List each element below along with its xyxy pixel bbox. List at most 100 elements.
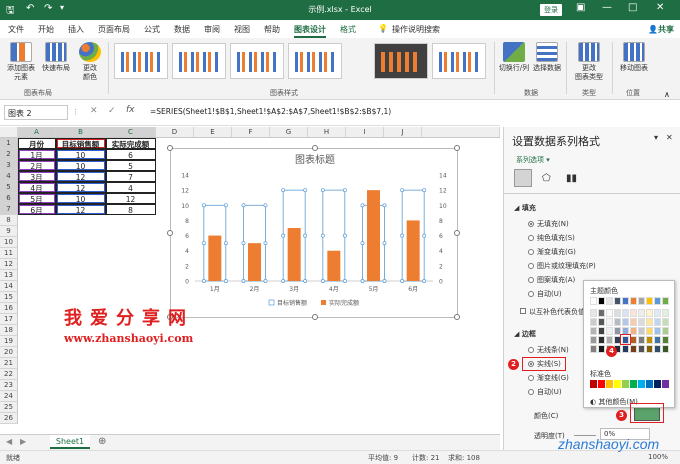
theme-color-swatch[interactable] [646, 327, 653, 335]
theme-color-swatch[interactable] [606, 309, 613, 317]
column-header-A[interactable]: A [18, 127, 56, 138]
column-header-J[interactable]: J [384, 127, 422, 138]
borderopts-option-0[interactable]: 无线条(N) [528, 345, 569, 355]
tab-data[interactable]: 数据 [174, 24, 190, 35]
cell-A3[interactable]: 2月 [17, 159, 56, 171]
formula-input[interactable]: =SERIES(Sheet1!$B$1,Sheet1!$A$2:$A$7,She… [150, 105, 496, 120]
cell-C1[interactable]: 实际完成额 [105, 137, 156, 149]
cell-B2[interactable]: 10 [55, 148, 106, 160]
theme-color-swatch[interactable] [590, 297, 597, 305]
theme-color-swatch[interactable] [598, 345, 605, 353]
column-header-G[interactable]: G [270, 127, 308, 138]
collapse-ribbon-icon[interactable]: ∧ [664, 90, 670, 99]
column-header-B[interactable]: B [56, 127, 106, 138]
theme-color-swatch[interactable] [630, 345, 637, 353]
search-tell-me[interactable]: 操作说明搜索 [392, 24, 440, 35]
move-chart-button[interactable]: 移动图表 [616, 42, 652, 73]
row-header-26[interactable]: 26 [0, 413, 18, 424]
row-header-25[interactable]: 25 [0, 402, 18, 413]
fillopts-option-1[interactable]: 纯色填充(S) [528, 233, 575, 243]
cell-C6[interactable]: 12 [105, 192, 156, 204]
select-data-button[interactable]: 选择数据 [532, 42, 562, 73]
row-header-12[interactable]: 12 [0, 259, 18, 270]
tab-help[interactable]: 帮助 [264, 24, 280, 35]
cell-C5[interactable]: 4 [105, 181, 156, 193]
theme-color-swatch[interactable] [606, 318, 613, 326]
zoom-level[interactable]: 100% [648, 453, 668, 461]
theme-color-swatch[interactable] [638, 336, 645, 344]
theme-color-swatch[interactable] [606, 327, 613, 335]
cell-A7[interactable]: 6月 [17, 203, 56, 215]
theme-color-swatch[interactable] [638, 297, 645, 305]
standard-color-swatch[interactable] [598, 380, 605, 388]
theme-color-swatch[interactable] [646, 345, 653, 353]
standard-color-swatch[interactable] [662, 380, 669, 388]
pane-close-icon[interactable]: ✕ [666, 133, 673, 142]
resize-handle[interactable] [312, 145, 318, 151]
change-colors-button[interactable]: 更改 颜色 [76, 42, 104, 82]
theme-color-swatch[interactable] [598, 297, 605, 305]
column-header-C[interactable]: C [106, 127, 156, 138]
standard-color-swatch[interactable] [638, 380, 645, 388]
cell-A5[interactable]: 4月 [17, 181, 56, 193]
standard-color-swatch[interactable] [614, 380, 621, 388]
chart-style-2[interactable] [172, 43, 226, 79]
theme-color-swatch[interactable] [638, 327, 645, 335]
row-header-22[interactable]: 22 [0, 369, 18, 380]
theme-color-swatch[interactable] [654, 297, 661, 305]
name-box[interactable]: 图表 2 [4, 105, 68, 120]
row-header-3[interactable]: 3 [0, 160, 18, 171]
theme-color-swatch[interactable] [638, 309, 645, 317]
theme-color-swatch[interactable] [654, 318, 661, 326]
standard-color-swatch[interactable] [590, 380, 597, 388]
theme-color-swatch[interactable] [654, 327, 661, 335]
theme-color-swatch[interactable] [630, 327, 637, 335]
cell-C4[interactable]: 7 [105, 170, 156, 182]
theme-color-swatch[interactable] [630, 309, 637, 317]
quick-layout-button[interactable]: 快速布局 [40, 42, 72, 73]
enter-icon[interactable]: ✓ [108, 106, 116, 116]
row-header-15[interactable]: 15 [0, 292, 18, 303]
theme-color-swatch[interactable] [598, 318, 605, 326]
theme-color-swatch[interactable] [614, 318, 621, 326]
add-chart-element-button[interactable]: 添加图表 元素 [4, 42, 38, 82]
row-header-20[interactable]: 20 [0, 347, 18, 358]
theme-color-swatch[interactable] [646, 297, 653, 305]
cell-B1[interactable]: 目标销售额 [55, 137, 106, 149]
cell-B7[interactable]: 12 [55, 203, 106, 215]
add-sheet-icon[interactable]: ⊕ [98, 436, 106, 447]
login-button[interactable]: 登录 [540, 4, 562, 16]
theme-color-swatch[interactable] [638, 318, 645, 326]
row-header-19[interactable]: 19 [0, 336, 18, 347]
resize-handle[interactable] [454, 314, 460, 320]
cell-A1[interactable]: 月份 [17, 137, 56, 149]
row-header-13[interactable]: 13 [0, 270, 18, 281]
fill-line-icon[interactable] [514, 169, 532, 187]
row-header-9[interactable]: 9 [0, 226, 18, 237]
theme-color-swatch[interactable] [598, 309, 605, 317]
row-header-23[interactable]: 23 [0, 380, 18, 391]
fillopts-option-4[interactable]: 图案填充(A) [528, 275, 575, 285]
standard-color-swatch[interactable] [654, 380, 661, 388]
theme-color-swatch[interactable] [622, 297, 629, 305]
column-header-D[interactable]: D [156, 127, 194, 138]
theme-color-swatch[interactable] [662, 309, 669, 317]
theme-color-swatch[interactable] [662, 336, 669, 344]
resize-handle[interactable] [454, 230, 460, 236]
standard-color-swatch[interactable] [606, 380, 613, 388]
chart-style-4[interactable] [288, 43, 342, 79]
theme-color-swatch[interactable] [662, 318, 669, 326]
chart-style-1[interactable] [114, 43, 168, 79]
column-header-H[interactable]: H [308, 127, 346, 138]
tab-chart-design[interactable]: 图表设计 [294, 24, 326, 38]
column-header-F[interactable]: F [232, 127, 270, 138]
effects-icon[interactable]: ⬠ [542, 173, 551, 184]
borderopts-option-3[interactable]: 自动(U) [528, 387, 562, 397]
row-header-14[interactable]: 14 [0, 281, 18, 292]
theme-color-swatch[interactable] [662, 345, 669, 353]
cell-B5[interactable]: 12 [55, 181, 106, 193]
theme-color-swatch[interactable] [598, 327, 605, 335]
theme-color-swatch[interactable] [630, 318, 637, 326]
column-header-E[interactable]: E [194, 127, 232, 138]
resize-handle[interactable] [167, 230, 173, 236]
